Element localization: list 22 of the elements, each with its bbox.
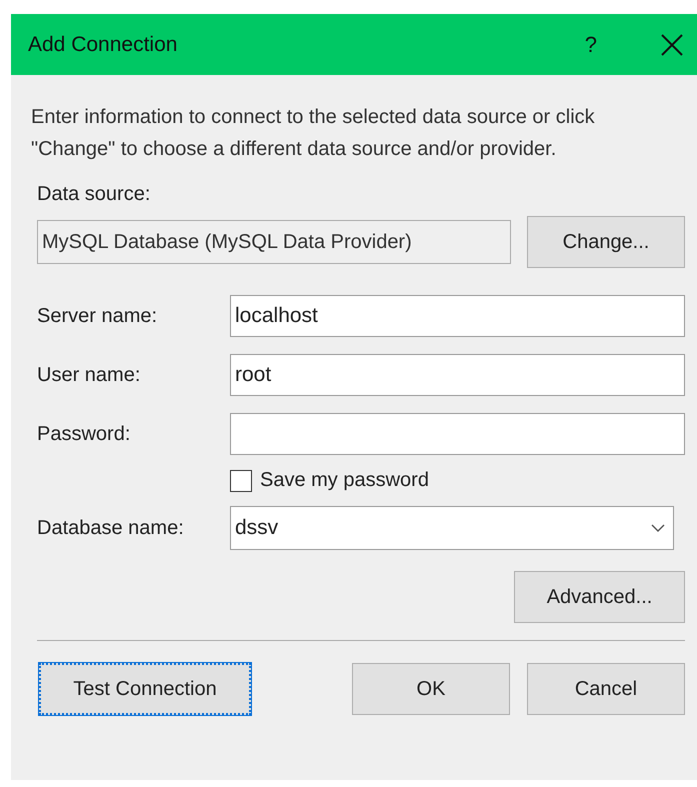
checkbox-label[interactable]: Save my password [260,469,429,492]
instruction-text: Enter information to connect to the selected data source or click "Change" to choose a different data source and/or provider. [31,105,596,162]
help-button[interactable]: ? [580,32,601,58]
dialog-button[interactable]: Cancel [527,663,685,715]
checkbox[interactable] [230,470,252,492]
field-label: Data source: [37,183,152,206]
advanced-button[interactable]: Advanced... [514,571,685,623]
field-label: User name: [37,364,142,386]
input-field[interactable]: root [230,354,685,396]
change-button[interactable]: Change... [527,216,685,268]
password-field[interactable] [230,413,685,455]
dialog-button[interactable]: Test Connection [39,663,251,715]
database-dropdown[interactable]: dssv [230,506,674,550]
data-source-field: MySQL Database (MySQL Data Provider) [37,220,511,264]
field-label: Password: [37,422,132,446]
caret-icon [651,524,665,532]
input-field[interactable]: localhost [230,295,685,337]
field-label: Server name: [37,304,158,328]
field-label: Database name: [37,516,185,540]
close-icon[interactable] [661,34,683,56]
dialog-button[interactable]: OK [352,663,510,715]
window-title: Add Connection [28,32,178,56]
